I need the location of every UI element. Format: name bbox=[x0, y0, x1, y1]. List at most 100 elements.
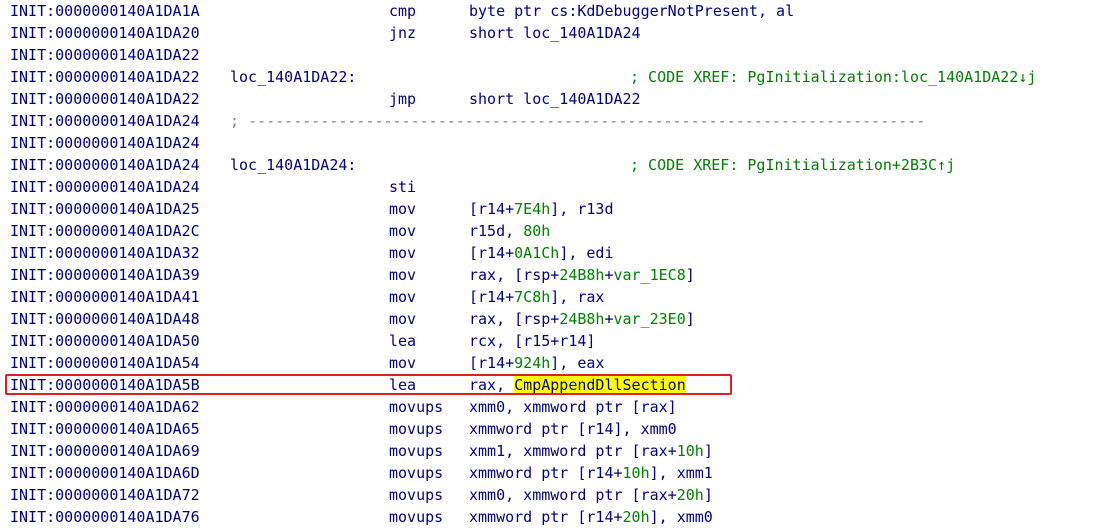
instruction-mnemonic[interactable]: lea bbox=[389, 330, 416, 352]
instruction-operands[interactable]: r15d, 80h bbox=[469, 220, 550, 242]
line-address[interactable]: INIT:0000000140A1DA65 bbox=[10, 418, 200, 440]
instruction-operands[interactable]: rcx, [r15+r14] bbox=[469, 330, 595, 352]
instruction-operands[interactable]: xmmword ptr [r14], xmm0 bbox=[469, 418, 677, 440]
code-label[interactable]: loc_140A1DA22: bbox=[230, 66, 356, 88]
instruction-mnemonic[interactable]: movups bbox=[389, 396, 443, 418]
operand-constant[interactable]: 24B8h bbox=[559, 310, 604, 328]
operand-constant[interactable]: 80h bbox=[523, 222, 550, 240]
operand-text[interactable]: ], edi bbox=[559, 244, 613, 262]
operand-text[interactable]: short loc_140A1DA22 bbox=[469, 90, 641, 108]
instruction-mnemonic[interactable]: mov bbox=[389, 220, 416, 242]
operand-constant[interactable]: var_23E0 bbox=[614, 310, 686, 328]
selected-code-line[interactable]: INIT:0000000140A1DA5B lea rax, CmpAppendDl… bbox=[0, 374, 1101, 396]
operand-text[interactable]: ], eax bbox=[550, 354, 604, 372]
instruction-operands[interactable]: [r14+0A1Ch], edi bbox=[469, 242, 614, 264]
code-line[interactable]: INIT:0000000140A1DA25 mov [r14+7E4h], r13d bbox=[0, 198, 1101, 220]
instruction-operands[interactable]: short loc_140A1DA24 bbox=[469, 22, 641, 44]
instruction-mnemonic[interactable]: mov bbox=[389, 352, 416, 374]
code-line[interactable]: INIT:0000000140A1DA76 movups xmmword ptr [… bbox=[0, 506, 1101, 528]
instruction-operands[interactable]: [r14+924h], eax bbox=[469, 352, 604, 374]
instruction-operands[interactable]: xmm0, xmmword ptr [rax] bbox=[469, 396, 677, 418]
line-address[interactable]: INIT:0000000140A1DA32 bbox=[10, 242, 200, 264]
line-address[interactable]: INIT:0000000140A1DA22 bbox=[10, 88, 200, 110]
code-line[interactable]: INIT:0000000140A1DA32 mov [r14+0A1Ch], edi bbox=[0, 242, 1101, 264]
line-address[interactable]: INIT:0000000140A1DA39 bbox=[10, 264, 200, 286]
line-address[interactable]: INIT:0000000140A1DA24 bbox=[10, 110, 200, 132]
code-line[interactable]: INIT:0000000140A1DA62 movups xmm0, xmmword… bbox=[0, 396, 1101, 418]
code-line[interactable]: INIT:0000000140A1DA50 lea rcx, [r15+r14] bbox=[0, 330, 1101, 352]
line-address[interactable]: INIT:0000000140A1DA72 bbox=[10, 484, 200, 506]
instruction-operands[interactable]: rax, CmpAppendDllSection bbox=[469, 374, 686, 396]
operand-constant[interactable]: 24B8h bbox=[559, 266, 604, 284]
instruction-operands[interactable]: rax, [rsp+24B8h+var_23E0] bbox=[469, 308, 695, 330]
xref-comment[interactable]: ; CODE XREF: PgInitialization:loc_140A1D… bbox=[630, 66, 1036, 88]
instruction-mnemonic[interactable]: mov bbox=[389, 308, 416, 330]
line-address[interactable]: INIT:0000000140A1DA22 bbox=[10, 44, 200, 66]
instruction-mnemonic[interactable]: cmp bbox=[389, 0, 416, 22]
instruction-mnemonic[interactable]: lea bbox=[389, 374, 416, 396]
code-label[interactable]: loc_140A1DA24: bbox=[230, 154, 356, 176]
operand-constant[interactable]: 20h bbox=[677, 486, 704, 504]
line-address[interactable]: INIT:0000000140A1DA5B bbox=[10, 374, 200, 396]
line-address[interactable]: INIT:0000000140A1DA54 bbox=[10, 352, 200, 374]
line-address[interactable]: INIT:0000000140A1DA20 bbox=[10, 22, 200, 44]
operand-text[interactable]: xmm1, xmmword ptr [rax+ bbox=[469, 442, 677, 460]
operand-text[interactable]: [r14+ bbox=[469, 200, 514, 218]
code-line[interactable]: INIT:0000000140A1DA24 bbox=[0, 132, 1101, 154]
operand-text[interactable]: xmm0, xmmword ptr [rax+ bbox=[469, 486, 677, 504]
operand-text[interactable]: ], rax bbox=[550, 288, 604, 306]
operand-text[interactable]: rax, [rsp+ bbox=[469, 310, 559, 328]
instruction-mnemonic[interactable]: mov bbox=[389, 286, 416, 308]
instruction-operands[interactable]: xmmword ptr [r14+10h], xmm1 bbox=[469, 462, 713, 484]
operand-text[interactable]: xmmword ptr [r14+ bbox=[469, 508, 623, 526]
instruction-operands[interactable]: short loc_140A1DA22 bbox=[469, 88, 641, 110]
operand-text[interactable]: ], xmm0 bbox=[650, 508, 713, 526]
instruction-operands[interactable]: rax, [rsp+24B8h+var_1EC8] bbox=[469, 264, 695, 286]
code-line[interactable]: INIT:0000000140A1DA24 loc_140A1DA24: ; COD… bbox=[0, 154, 1101, 176]
code-line[interactable]: INIT:0000000140A1DA2C mov r15d, 80h bbox=[0, 220, 1101, 242]
operand-constant[interactable]: 10h bbox=[677, 442, 704, 460]
operand-text[interactable]: xmm0, xmmword ptr [rax] bbox=[469, 398, 677, 416]
instruction-mnemonic[interactable]: mov bbox=[389, 264, 416, 286]
line-address[interactable]: INIT:0000000140A1DA48 bbox=[10, 308, 200, 330]
operand-constant[interactable]: 7C8h bbox=[514, 288, 550, 306]
instruction-mnemonic[interactable]: sti bbox=[389, 176, 416, 198]
operand-text[interactable]: [r14+ bbox=[469, 354, 514, 372]
operand-constant[interactable]: 0A1Ch bbox=[514, 244, 559, 262]
line-address[interactable]: INIT:0000000140A1DA22 bbox=[10, 66, 200, 88]
code-line[interactable]: INIT:0000000140A1DA39 mov rax, [rsp+24B8h+… bbox=[0, 264, 1101, 286]
operand-text[interactable]: byte ptr cs:KdDebuggerNotPresent, al bbox=[469, 2, 794, 20]
instruction-mnemonic[interactable]: mov bbox=[389, 242, 416, 264]
code-line[interactable]: INIT:0000000140A1DA48 mov rax, [rsp+24B8h+… bbox=[0, 308, 1101, 330]
operand-constant[interactable]: 7E4h bbox=[514, 200, 550, 218]
operand-text[interactable]: + bbox=[604, 266, 613, 284]
operand-text[interactable]: ] bbox=[704, 486, 713, 504]
instruction-mnemonic[interactable]: movups bbox=[389, 462, 443, 484]
line-address[interactable]: INIT:0000000140A1DA2C bbox=[10, 220, 200, 242]
code-line[interactable]: INIT:0000000140A1DA69 movups xmm1, xmmword… bbox=[0, 440, 1101, 462]
operand-text[interactable]: ], r13d bbox=[550, 200, 613, 218]
line-address[interactable]: INIT:0000000140A1DA62 bbox=[10, 396, 200, 418]
line-address[interactable]: INIT:0000000140A1DA24 bbox=[10, 176, 200, 198]
operand-constant[interactable]: 20h bbox=[623, 508, 650, 526]
line-address[interactable]: INIT:0000000140A1DA69 bbox=[10, 440, 200, 462]
instruction-operands[interactable]: xmm1, xmmword ptr [rax+10h] bbox=[469, 440, 713, 462]
instruction-operands[interactable]: [r14+7E4h], r13d bbox=[469, 198, 614, 220]
instruction-operands[interactable]: byte ptr cs:KdDebuggerNotPresent, al bbox=[469, 0, 794, 22]
code-line[interactable]: INIT:0000000140A1DA24 sti bbox=[0, 176, 1101, 198]
instruction-mnemonic[interactable]: movups bbox=[389, 484, 443, 506]
line-address[interactable]: INIT:0000000140A1DA25 bbox=[10, 198, 200, 220]
line-address[interactable]: INIT:0000000140A1DA24 bbox=[10, 154, 200, 176]
code-line[interactable]: INIT:0000000140A1DA72 movups xmm0, xmmword… bbox=[0, 484, 1101, 506]
code-line[interactable]: INIT:0000000140A1DA22 loc_140A1DA22: ; COD… bbox=[0, 66, 1101, 88]
operand-constant[interactable]: var_1EC8 bbox=[614, 266, 686, 284]
instruction-mnemonic[interactable]: movups bbox=[389, 418, 443, 440]
line-address[interactable]: INIT:0000000140A1DA24 bbox=[10, 132, 200, 154]
line-address[interactable]: INIT:0000000140A1DA1A bbox=[10, 0, 200, 22]
code-line[interactable]: INIT:0000000140A1DA20 jnz short loc_140A1D… bbox=[0, 22, 1101, 44]
instruction-operands[interactable]: xmmword ptr [r14+20h], xmm0 bbox=[469, 506, 713, 528]
code-line[interactable]: INIT:0000000140A1DA54 mov [r14+924h], eax bbox=[0, 352, 1101, 374]
instruction-mnemonic[interactable]: jnz bbox=[389, 22, 416, 44]
operand-text[interactable]: + bbox=[604, 310, 613, 328]
instruction-operands[interactable]: [r14+7C8h], rax bbox=[469, 286, 604, 308]
